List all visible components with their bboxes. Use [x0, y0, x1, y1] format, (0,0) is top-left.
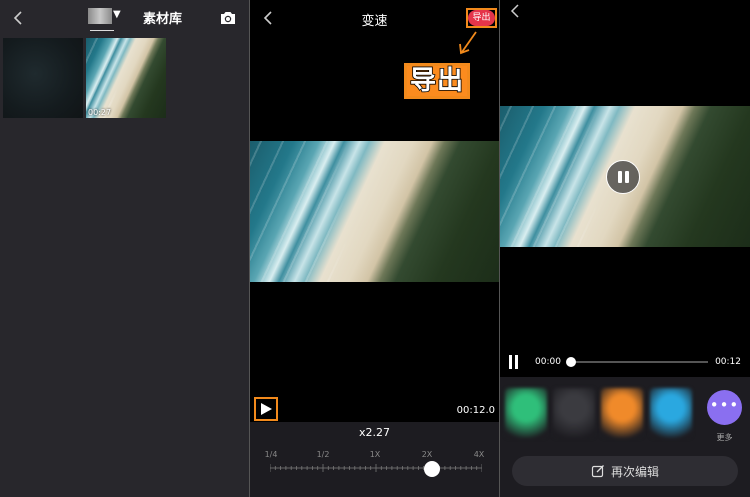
library-panel: ▼ 素材库 00:27: [0, 0, 249, 497]
back-arrow-icon[interactable]: [10, 9, 28, 27]
progress-thumb[interactable]: [566, 357, 576, 367]
pause-icon[interactable]: [509, 355, 519, 369]
back-arrow-icon[interactable]: [508, 3, 524, 19]
filter-thumbnail[interactable]: [505, 388, 547, 438]
reedit-button[interactable]: 再次编辑: [512, 456, 738, 486]
album-thumbnail[interactable]: [88, 8, 112, 24]
album-tab-underline: [90, 30, 114, 31]
speed-slider-track[interactable]: [270, 464, 482, 472]
speed-tick-label: 1X: [369, 450, 381, 459]
annotation-arrow-icon: [459, 31, 477, 55]
filter-thumbnail[interactable]: [601, 388, 643, 438]
more-label: 更多: [716, 433, 733, 442]
camera-icon[interactable]: [219, 10, 237, 26]
media-thumbnail-dark[interactable]: [3, 38, 83, 118]
edit-icon: [591, 465, 604, 478]
speed-tick-label: 1/2: [316, 450, 330, 459]
playback-time: 00:12.0: [456, 405, 495, 416]
current-time: 00:00: [535, 357, 561, 367]
speed-value: x2.27: [358, 426, 390, 439]
speed-tick-label: 1/4: [264, 450, 278, 459]
filter-thumbnail[interactable]: [650, 388, 692, 438]
speed-tick-label: 2X: [421, 450, 433, 459]
video-preview[interactable]: [250, 141, 499, 282]
speed-slider-knob[interactable]: [424, 461, 440, 477]
chevron-down-icon[interactable]: ▼: [113, 9, 121, 20]
speed-tick-label: 4X: [473, 450, 485, 459]
play-icon[interactable]: [259, 402, 273, 416]
export-callout-label: 导出: [404, 63, 470, 99]
preview-panel: 00:00 00:12 ••• 更多 再次编辑: [500, 0, 750, 497]
filter-thumbnail[interactable]: [553, 388, 595, 438]
total-time: 00:12: [715, 357, 741, 367]
progress-track[interactable]: [571, 361, 708, 363]
reedit-label: 再次编辑: [610, 464, 659, 479]
pause-overlay-icon[interactable]: [606, 160, 640, 194]
export-button[interactable]: 导出: [468, 10, 495, 26]
more-button[interactable]: •••: [707, 390, 742, 425]
media-thumbnail-beach[interactable]: [86, 38, 166, 118]
speed-editor-title: 变速: [361, 14, 388, 29]
video-duration: 00:27: [88, 108, 112, 117]
library-title: 素材库: [143, 12, 183, 27]
